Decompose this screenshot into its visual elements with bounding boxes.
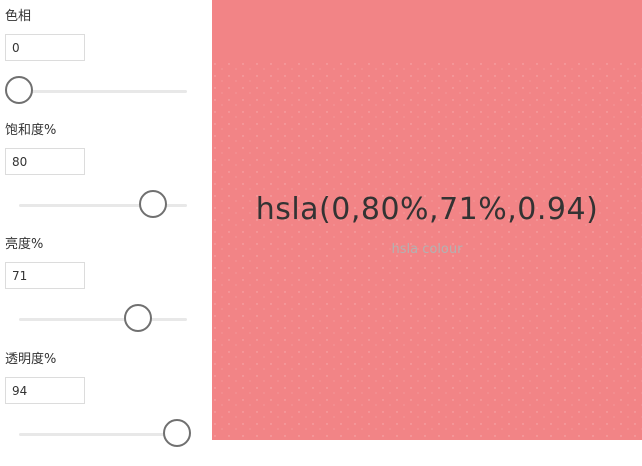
saturation-input[interactable]: 80 [5, 148, 85, 175]
alpha-control: 透明度% 94 [0, 352, 212, 466]
controls-panel: 色相 0 饱和度% 80 亮度% 71 透明度% 94 [0, 0, 212, 447]
alpha-input[interactable]: 94 [5, 377, 85, 404]
hue-control: 色相 0 [0, 9, 212, 123]
alpha-slider-thumb[interactable] [162, 419, 191, 447]
saturation-slider-thumb[interactable] [139, 190, 168, 218]
hue-label: 色相 [5, 9, 32, 24]
saturation-control: 饱和度% 80 [0, 123, 212, 237]
hue-slider-thumb[interactable] [5, 76, 33, 104]
lightness-slider-thumb[interactable] [124, 304, 153, 332]
color-preview: hsla(0,80%,71%,0.94) hsla colour [212, 0, 642, 440]
alpha-label: 透明度% [5, 352, 57, 367]
saturation-label: 饱和度% [5, 123, 57, 138]
color-caption: hsla colour [391, 242, 463, 257]
lightness-control: 亮度% 71 [0, 237, 212, 351]
hue-input[interactable]: 0 [5, 34, 85, 61]
lightness-input[interactable]: 71 [5, 262, 85, 289]
alpha-slider[interactable] [19, 433, 187, 436]
lightness-slider[interactable] [19, 318, 187, 321]
hue-slider[interactable] [19, 90, 187, 93]
color-value-text: hsla(0,80%,71%,0.94) [255, 192, 599, 227]
lightness-label: 亮度% [5, 237, 44, 252]
